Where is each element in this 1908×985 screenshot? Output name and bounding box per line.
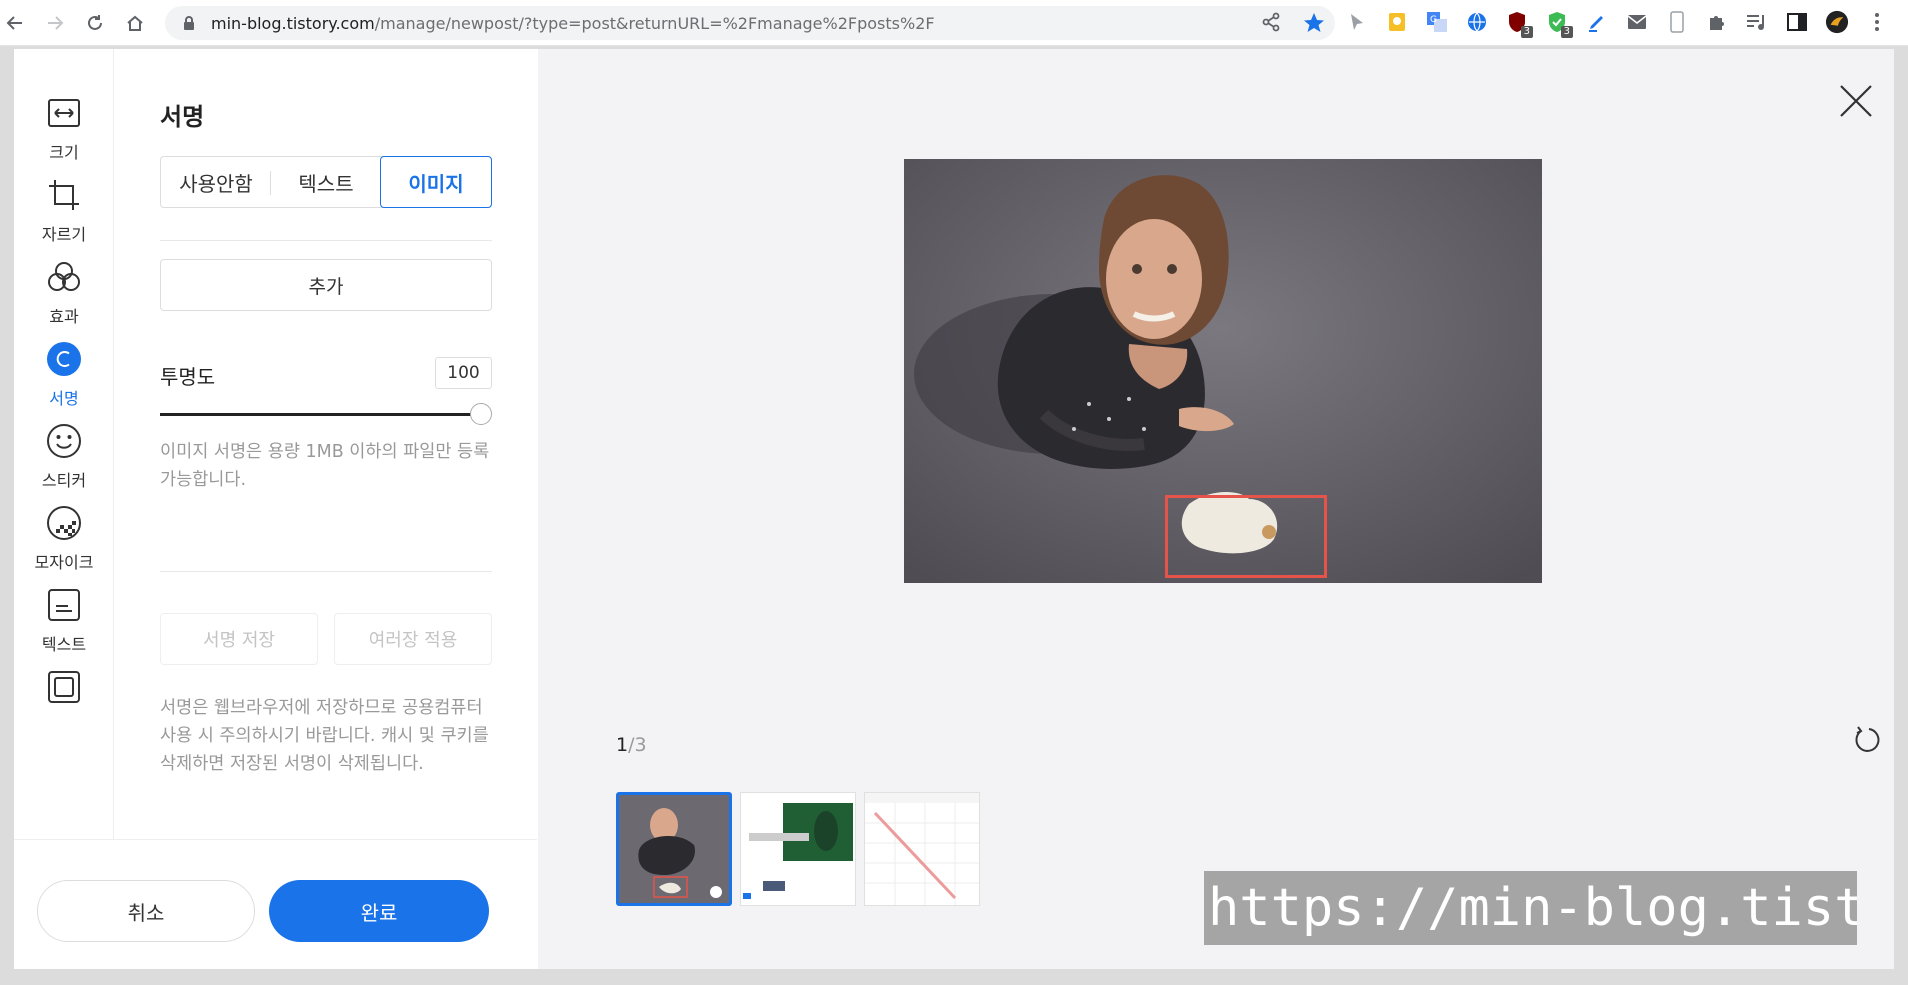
- preview-image: [904, 159, 1542, 583]
- watermark-overlay: https://min-blog.tistory.com: [1204, 871, 1857, 945]
- tool-resize[interactable]: 크기: [14, 93, 114, 163]
- panel-title: 서명: [160, 103, 205, 131]
- url-path: /manage/newpost/?type=post&returnURL=%2F…: [374, 13, 935, 33]
- url-host: min-blog.tistory.com: [211, 13, 375, 33]
- tool-mosaic[interactable]: 모자이크: [14, 503, 114, 573]
- share-icon[interactable]: [1261, 12, 1281, 32]
- opacity-slider-thumb[interactable]: [470, 403, 492, 425]
- tool-sticker[interactable]: 스티커: [14, 421, 114, 491]
- mosaic-icon: [44, 503, 84, 543]
- browser-menu-icon[interactable]: [1865, 8, 1889, 36]
- storage-note: 서명은 웹브라우저에 저장하므로 공용컴퓨터 사용 시 주의하시기 바랍니다. …: [160, 698, 489, 774]
- pen-extension-icon[interactable]: [1585, 8, 1609, 36]
- thumbnail-2[interactable]: [740, 792, 856, 906]
- home-icon[interactable]: [122, 10, 148, 36]
- page-total: /3: [628, 734, 647, 756]
- apply-multiple-button[interactable]: 여러장 적용: [334, 613, 492, 665]
- signature-type-tabs: 사용안함 텍스트 이미지: [160, 156, 492, 208]
- tool-text[interactable]: 텍스트: [14, 585, 114, 655]
- effects-icon: [44, 257, 84, 297]
- profile-avatar[interactable]: [1825, 8, 1849, 36]
- keep-extension-icon[interactable]: [1385, 8, 1409, 36]
- divider: [160, 571, 492, 572]
- save-signature-button[interactable]: 서명 저장: [160, 613, 318, 665]
- image-editor-dialog: 크기 자르기 효과 서명 스티커 모자이크 텍스트 서명 사용안함 텍스트 이미…: [14, 49, 1894, 969]
- puzzle-extensions-icon[interactable]: [1705, 8, 1729, 36]
- side-panel-icon[interactable]: [1785, 8, 1809, 36]
- page-indicator: 1/3: [616, 734, 647, 756]
- globe-extension-icon[interactable]: [1465, 8, 1489, 36]
- signature-icon: [44, 339, 84, 379]
- ublock-extension-icon[interactable]: 3: [1505, 8, 1533, 38]
- tool-label-crop: 자르기: [41, 225, 87, 244]
- signature-panel: 서명 사용안함 텍스트 이미지 추가 투명도 100 이미지 서명은 용량 1M…: [115, 49, 515, 839]
- tool-label-signature: 서명: [49, 389, 79, 408]
- forward-icon[interactable]: [42, 10, 68, 36]
- tab-image[interactable]: 이미지: [380, 156, 492, 208]
- tool-label-effects: 효과: [49, 307, 79, 326]
- tool-label-sticker: 스티커: [41, 471, 87, 490]
- opacity-input[interactable]: 100: [435, 357, 492, 389]
- resize-icon: [44, 93, 84, 133]
- divider: [160, 240, 492, 241]
- preview-stage: 1/3: [538, 49, 1894, 969]
- ublock-badge: 3: [1520, 26, 1533, 38]
- tool-label-resize: 크기: [49, 143, 79, 162]
- cancel-button[interactable]: 취소: [37, 880, 255, 942]
- editor-footer: 취소 완료: [14, 839, 537, 969]
- mail-extension-icon[interactable]: [1625, 8, 1649, 36]
- reload-icon[interactable]: [82, 10, 108, 36]
- thumbnail-1[interactable]: [616, 792, 732, 906]
- tool-label-mosaic: 모자이크: [34, 553, 94, 572]
- crop-icon: [44, 175, 84, 215]
- address-bar[interactable]: min-blog.tistory.com/manage/newpost/?typ…: [165, 6, 1335, 40]
- phone-extension-icon[interactable]: [1665, 8, 1689, 36]
- cursor-extension-icon[interactable]: [1345, 8, 1369, 36]
- tab-none[interactable]: 사용안함: [161, 157, 271, 207]
- tool-crop[interactable]: 자르기: [14, 175, 114, 245]
- opacity-label: 투명도: [160, 365, 216, 389]
- page-current: 1: [616, 734, 629, 756]
- size-note: 이미지 서명은 용량 1MB 이하의 파일만 등록 가능합니다.: [160, 442, 490, 490]
- rotate-icon[interactable]: [1852, 725, 1882, 755]
- translate-extension-icon[interactable]: G: [1425, 8, 1449, 36]
- back-icon[interactable]: [2, 10, 28, 36]
- tool-label-text: 텍스트: [41, 635, 87, 654]
- text-icon: [44, 585, 84, 625]
- done-button[interactable]: 완료: [269, 880, 489, 942]
- sticker-icon: [44, 421, 84, 461]
- signature-highlight-box: [1165, 495, 1327, 578]
- lock-icon: [184, 16, 194, 30]
- opacity-slider-track[interactable]: [160, 413, 480, 416]
- tool-rail: 크기 자르기 효과 서명 스티커 모자이크 텍스트: [14, 49, 114, 839]
- tab-text[interactable]: 텍스트: [271, 157, 381, 207]
- close-icon[interactable]: [1838, 83, 1874, 119]
- bookmark-star-icon[interactable]: [1303, 12, 1325, 34]
- add-button[interactable]: 추가: [160, 259, 492, 311]
- frame-icon: [44, 667, 84, 707]
- shield-badge: 3: [1560, 26, 1573, 38]
- browser-toolbar: min-blog.tistory.com/manage/newpost/?typ…: [0, 0, 1908, 46]
- thumbnail-strip: [616, 792, 980, 906]
- media-control-icon[interactable]: [1745, 8, 1769, 36]
- tool-signature[interactable]: 서명: [14, 339, 114, 409]
- shield-extension-icon[interactable]: 3: [1545, 8, 1573, 38]
- svg-text:G: G: [1430, 15, 1437, 25]
- thumbnail-3[interactable]: [864, 792, 980, 906]
- tool-frame[interactable]: [14, 667, 114, 713]
- tool-effects[interactable]: 효과: [14, 257, 114, 327]
